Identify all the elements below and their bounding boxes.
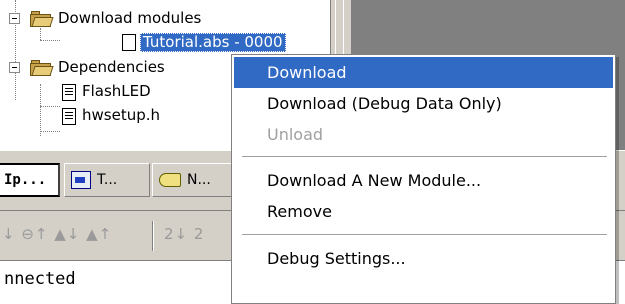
menu-item-download[interactable]: Download [234,57,613,88]
text-document-icon [62,108,76,125]
context-menu: Download Download (Debug Data Only) Unlo… [231,54,616,304]
download-file-icon [71,171,91,189]
tree-node-tutorial-file[interactable]: Tutorial.abs - 0000 [140,33,286,52]
collapse-toggle-dependencies[interactable] [9,62,20,73]
menu-item-debug-settings[interactable]: Debug Settings... [234,243,613,274]
tab-label: T... [97,172,118,188]
tree-connector [40,40,60,41]
tree-connector [40,28,41,40]
text-document-icon [62,84,76,101]
menu-item-unload: Unload [267,125,324,144]
menu-separator [242,234,607,235]
label-tag-icon [159,173,181,187]
menu-item-download-new-module[interactable]: Download A New Module... [234,165,613,196]
document-icon [122,34,136,51]
sort-numeric-buttons-group[interactable]: 2↓ 2 [164,225,204,243]
tree-node-dependencies[interactable]: Dependencies [58,58,165,77]
tree-connector [40,131,60,132]
tab-label: Ip... [4,172,47,188]
tab-ip[interactable]: Ip... [0,163,60,197]
output-text: nnected [4,269,76,289]
tree-connector [40,84,41,136]
tab-label: N... [187,172,211,188]
tree-connector [40,106,60,107]
collapse-toggle-download-modules[interactable] [9,13,20,24]
sort-buttons-group[interactable]: ↓ ⊖↑ ▲↓ ▲↑ [2,225,112,243]
folder-open-icon [30,60,54,76]
menu-item-remove[interactable]: Remove [234,196,613,227]
tree-node-download-modules[interactable]: Download modules [58,9,201,28]
tab-t[interactable]: T... [64,163,150,197]
folder-open-icon [30,11,54,27]
menu-separator [242,156,607,157]
tab-n[interactable]: N... [152,163,232,197]
tree-node-flashled[interactable]: FlashLED [82,82,151,101]
tree-node-hwsetup[interactable]: hwsetup.h [82,106,160,125]
menu-item-download-debug-data-only[interactable]: Download (Debug Data Only) [234,88,613,119]
toolbar-separator [152,221,154,251]
